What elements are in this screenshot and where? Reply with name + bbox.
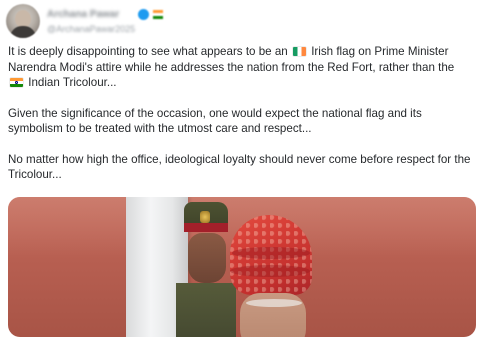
- cap-badge-icon: [200, 211, 210, 223]
- post-paragraph-2: Given the significance of the occasion, …: [8, 106, 422, 136]
- paragraph-1-text-a: It is deeply disappointing to see what a…: [8, 45, 288, 58]
- pm-eyebrows: [246, 299, 302, 307]
- social-post: Archana Pawar @ArchanaPawar2025 It is de…: [0, 0, 477, 337]
- turban-fold: [230, 265, 310, 277]
- post-header: Archana Pawar @ArchanaPawar2025: [6, 4, 306, 38]
- author-display-name[interactable]: Archana Pawar: [47, 9, 119, 20]
- author-handle[interactable]: @ArchanaPawar2025: [47, 24, 135, 34]
- avatar-body: [10, 26, 36, 38]
- irish-flag-icon: [292, 47, 306, 56]
- author-avatar[interactable]: [6, 4, 40, 38]
- indian-flag-icon: [10, 78, 23, 87]
- post-text: It is deeply disappointing to see what a…: [8, 44, 473, 198]
- indian-flag-badge-icon: [153, 10, 163, 19]
- post-paragraph-1: It is deeply disappointing to see what a…: [8, 44, 473, 91]
- post-paragraph-3: No matter how high the office, ideologic…: [8, 152, 471, 182]
- paragraph-1-text-c: Indian Tricolour...: [28, 76, 117, 89]
- turban-fold: [232, 247, 310, 259]
- prime-minister-figure: [218, 207, 338, 337]
- verified-badge-icon: [138, 9, 149, 20]
- post-photo[interactable]: [8, 197, 476, 337]
